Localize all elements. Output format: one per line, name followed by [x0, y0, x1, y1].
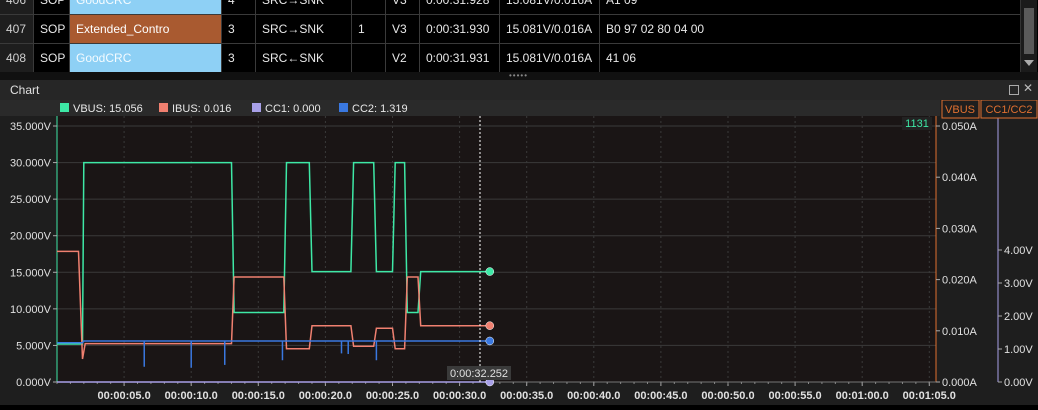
row-ext: 1 — [352, 15, 386, 43]
row-direction: SRC→SNK — [256, 0, 352, 14]
row-index: 407 — [0, 15, 34, 43]
x-axis: 00:00:05.0 00:00:10.0 00:00:15.0 00:00:20.0… — [56, 381, 956, 402]
cursor-time-label: 0:00:32.252 — [450, 368, 508, 380]
y-left-tick-label: 35.000V — [10, 121, 52, 133]
row-message: Extended_Contro — [70, 15, 222, 43]
legend-label: CC1: 0.000 — [265, 103, 321, 115]
row-time: 0:00:31.928 — [420, 0, 500, 14]
x-tick-label: 00:00:55.0 — [768, 390, 821, 402]
series-end-marker-vbus — [485, 267, 495, 276]
row-sop: SOP — [34, 44, 70, 72]
x-tick-label: 00:00:45.0 — [634, 390, 687, 402]
row-vi: 15.081V/0.016A — [500, 44, 600, 72]
row-ext — [352, 0, 386, 14]
y-right-tick-label: 0.000A — [942, 377, 978, 389]
x-tick-label: 00:00:20.0 — [299, 390, 352, 402]
row-data: 41 06 — [606, 51, 637, 65]
table-row[interactable]: 406 SOP GoodCRC 4 SRC→SNK V3 0:00:31.928… — [0, 0, 1020, 15]
row-data: B0 97 02 80 04 00 — [606, 22, 705, 36]
chart-panel-header: Chart ✕ — [0, 80, 1038, 100]
scrollbar-thumb[interactable] — [1024, 8, 1034, 54]
float-window-icon[interactable] — [1009, 85, 1019, 95]
cc-axis-tab-label: CC1/CC2 — [985, 104, 1032, 116]
legend-label: CC2: 1.319 — [352, 103, 408, 115]
row-index: 408 — [0, 44, 34, 72]
legend-swatch — [60, 103, 69, 112]
y-left-tick-label: 25.000V — [10, 194, 52, 206]
y-axis-left: 0.000V 5.000V 10.000V 15.000V 20.000V 25.000V… — [10, 116, 58, 389]
y-cc-tick-label: 3.00V — [1004, 278, 1033, 290]
x-tick-label: 00:00:15.0 — [232, 390, 285, 402]
plot-background — [57, 116, 936, 382]
y-right-tick-label: 0.020A — [942, 275, 978, 287]
x-tick-label: 00:01:00.0 — [836, 390, 889, 402]
x-tick-label: 00:00:30.0 — [433, 390, 486, 402]
row-direction: SRC←SNK — [256, 44, 352, 72]
panel-splitter[interactable]: ••••• — [0, 72, 1038, 80]
x-tick-label: 00:00:10.0 — [165, 390, 218, 402]
legend-swatch — [339, 103, 348, 112]
x-tick-label: 00:00:35.0 — [500, 390, 553, 402]
y-right-tick-label: 0.030A — [942, 223, 978, 235]
chart-panel-title: Chart — [10, 83, 40, 97]
row-num: 4 — [222, 0, 256, 14]
y-left-tick-label: 10.000V — [10, 304, 52, 316]
row-num: 3 — [222, 15, 256, 43]
y-cc-tick-label: 1.00V — [1004, 344, 1033, 356]
row-data: A1 09 — [606, 0, 638, 7]
y-cc-tick-label: 0.00V — [1004, 377, 1033, 389]
row-direction: SRC→SNK — [256, 15, 352, 43]
chart-area[interactable]: 0.000V 5.000V 10.000V 15.000V 20.000V 25.000V… — [0, 99, 1038, 405]
chart-svg[interactable]: 0.000V 5.000V 10.000V 15.000V 20.000V 25.000V… — [0, 99, 1038, 405]
x-tick-label: 00:00:40.0 — [567, 390, 620, 402]
table-scrollbar[interactable] — [1020, 0, 1037, 72]
legend-swatch — [252, 103, 261, 112]
y-right-tick-label: 0.040A — [942, 172, 978, 184]
y-axis-cc: 0.00V 1.00V 2.00V 3.00V 4.00V — [997, 116, 1033, 389]
row-index: 406 — [0, 0, 34, 14]
y-left-tick-label: 5.000V — [16, 340, 52, 352]
y-cc-tick-label: 4.00V — [1004, 245, 1033, 257]
row-vi: 15.081V/0.016A — [500, 15, 600, 43]
table-row[interactable]: 408 SOP GoodCRC 3 SRC←SNK V2 0:00:31.931… — [0, 44, 1020, 72]
row-time: 0:00:31.931 — [420, 44, 500, 72]
x-tick-label: 00:00:25.0 — [366, 390, 419, 402]
row-version: V2 — [386, 44, 420, 72]
row-num: 3 — [222, 44, 256, 72]
row-vi: 15.081V/0.016A — [500, 0, 600, 14]
y-left-tick-label: 15.000V — [10, 267, 52, 279]
grip-icon: ••••• — [509, 71, 529, 80]
series-end-marker-cc2 — [485, 336, 495, 346]
row-message: GoodCRC — [70, 0, 222, 14]
y-left-tick-label: 20.000V — [10, 231, 52, 243]
row-ext — [352, 44, 386, 72]
y-right-tick-label: 0.010A — [942, 326, 978, 338]
legend-swatch — [159, 103, 168, 112]
y-left-tick-label: 0.000V — [16, 377, 52, 389]
row-version: V3 — [386, 0, 420, 14]
row-time: 0:00:31.930 — [420, 15, 500, 43]
x-tick-label: 00:00:05.0 — [97, 390, 150, 402]
y-axis-right: 0.000A 0.010A 0.020A 0.030A 0.040A 0.050A — [935, 116, 978, 389]
scroll-down-icon[interactable] — [1024, 60, 1034, 66]
vbus-axis-tab-label: VBUS — [945, 104, 975, 116]
y-right-tick-label: 0.050A — [942, 121, 978, 133]
x-tick-label: 00:01:05.0 — [903, 390, 956, 402]
y-cc-tick-label: 2.00V — [1004, 311, 1033, 323]
row-sop: SOP — [34, 15, 70, 43]
row-version: V3 — [386, 15, 420, 43]
legend-label: IBUS: 0.016 — [172, 103, 231, 115]
x-tick-label: 00:00:50.0 — [701, 390, 754, 402]
legend-label: VBUS: 15.056 — [73, 103, 143, 115]
close-icon[interactable]: ✕ — [1023, 81, 1033, 95]
table-row[interactable]: 407 SOP Extended_Contro 3 SRC→SNK 1 V3 0… — [0, 15, 1020, 44]
sample-count: 1131 — [905, 118, 929, 130]
packet-table: 406 SOP GoodCRC 4 SRC→SNK V3 0:00:31.928… — [0, 0, 1038, 72]
row-message: GoodCRC — [70, 44, 222, 72]
row-sop: SOP — [34, 0, 70, 14]
y-left-tick-label: 30.000V — [10, 158, 52, 170]
series-end-marker-ibus — [485, 321, 495, 330]
